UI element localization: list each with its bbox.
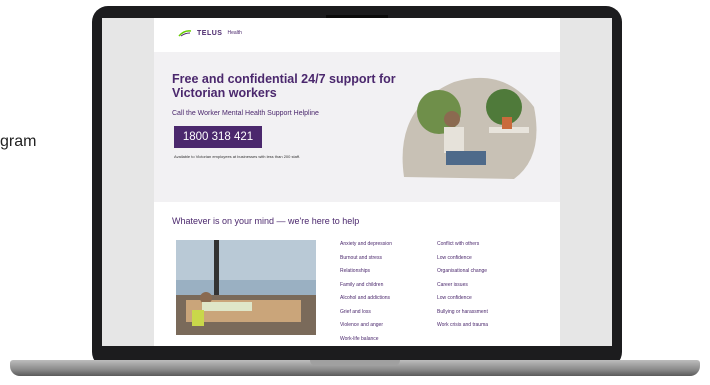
topics-list-right: Conflict with others Low confidence Orga… — [437, 238, 488, 333]
topic-link[interactable]: Low confidence — [437, 252, 488, 266]
laptop-base-notch — [310, 360, 400, 366]
topic-link[interactable]: Grief and loss — [340, 306, 392, 320]
brand-name: TELUS — [197, 29, 223, 37]
hero-subtitle: Call the Worker Mental Health Support He… — [172, 110, 319, 117]
topic-link[interactable]: Organisational change — [437, 265, 488, 279]
topic-link[interactable]: Work crisis and trauma — [437, 319, 488, 333]
telus-logo-icon — [178, 30, 192, 37]
topic-link[interactable]: Anxiety and depression — [340, 238, 392, 252]
topic-link[interactable]: Low confidence — [437, 292, 488, 306]
topics-list-left: Anxiety and depression Burnout and stres… — [340, 238, 392, 346]
topic-link[interactable]: Family and children — [340, 279, 392, 293]
brand-header: TELUS Health — [154, 18, 560, 48]
topic-link[interactable]: Conflict with others — [437, 238, 488, 252]
hero-section: Free and confidential 24/7 support for V… — [154, 52, 560, 202]
help-title: Whatever is on your mind — we're here to… — [172, 216, 360, 226]
topic-link[interactable]: Violence and anger — [340, 319, 392, 333]
relaxing-photo — [176, 240, 316, 335]
topic-link[interactable]: Relationships — [340, 265, 392, 279]
webpage: TELUS Health Free and confidential 24/7 … — [154, 18, 560, 346]
phone-number-button[interactable]: 1800 318 421 — [174, 126, 262, 148]
eligibility-note: Available to Victorian employees at busi… — [174, 154, 301, 159]
topic-link[interactable]: Work-life balance — [340, 333, 392, 347]
brand-sub: Health — [227, 30, 242, 36]
topic-link[interactable]: Alcohol and addictions — [340, 292, 392, 306]
laptop-screen: TELUS Health Free and confidential 24/7 … — [102, 18, 612, 346]
topic-link[interactable]: Career issues — [437, 279, 488, 293]
hero-photo — [402, 77, 537, 179]
topic-link[interactable]: Burnout and stress — [340, 252, 392, 266]
hero-title: Free and confidential 24/7 support for V… — [172, 72, 396, 100]
side-text: gram — [0, 133, 37, 150]
topic-link[interactable]: Bullying or harassment — [437, 306, 488, 320]
